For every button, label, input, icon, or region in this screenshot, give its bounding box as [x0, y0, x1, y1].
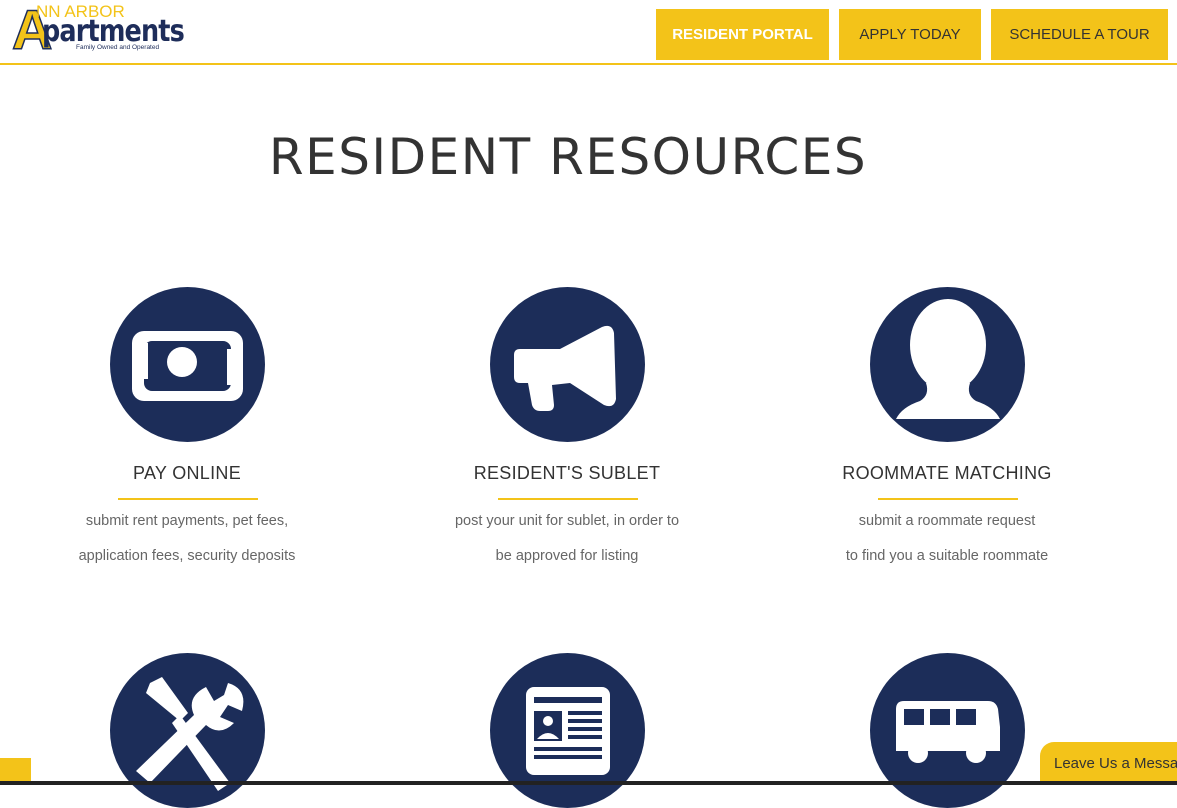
logo-tagline: Family Owned and Operated	[76, 44, 160, 51]
logo-main-text: partments	[42, 14, 185, 49]
card-description-line: to find you a suitable roommate	[845, 548, 1049, 564]
card-description-line: be approved for listing	[495, 548, 639, 564]
user-silhouette-icon[interactable]	[870, 287, 1025, 442]
card-title[interactable]: ROOMMATE MATCHING	[767, 463, 1127, 484]
site-header: A NN ARBOR partments Family Owned and Op…	[0, 0, 1177, 65]
card-divider	[118, 498, 258, 500]
site-logo[interactable]: A NN ARBOR partments Family Owned and Op…	[11, 1, 185, 59]
card-description-line: submit a roommate request	[858, 513, 1036, 529]
card-description-line: submit rent payments, pet fees,	[85, 513, 289, 529]
schedule-tour-button[interactable]: SCHEDULE A TOUR	[991, 9, 1168, 60]
card-title[interactable]: RESIDENT'S SUBLET	[387, 463, 747, 484]
resident-portal-button[interactable]: RESIDENT PORTAL	[656, 9, 829, 60]
money-icon[interactable]	[110, 287, 265, 442]
card-description-line: post your unit for sublet, in order to	[454, 513, 680, 529]
megaphone-icon[interactable]	[490, 287, 645, 442]
apply-today-button[interactable]: APPLY TODAY	[839, 9, 981, 60]
card-divider	[878, 498, 1018, 500]
card-title[interactable]: PAY ONLINE	[7, 463, 367, 484]
leave-message-chat-tab[interactable]: Leave Us a Message	[1040, 742, 1177, 785]
card-description-line: application fees, security deposits	[78, 548, 296, 564]
page-title: RESIDENT RESOURCES	[268, 128, 868, 186]
bottom-bar	[0, 781, 1177, 785]
card-divider	[498, 498, 638, 500]
